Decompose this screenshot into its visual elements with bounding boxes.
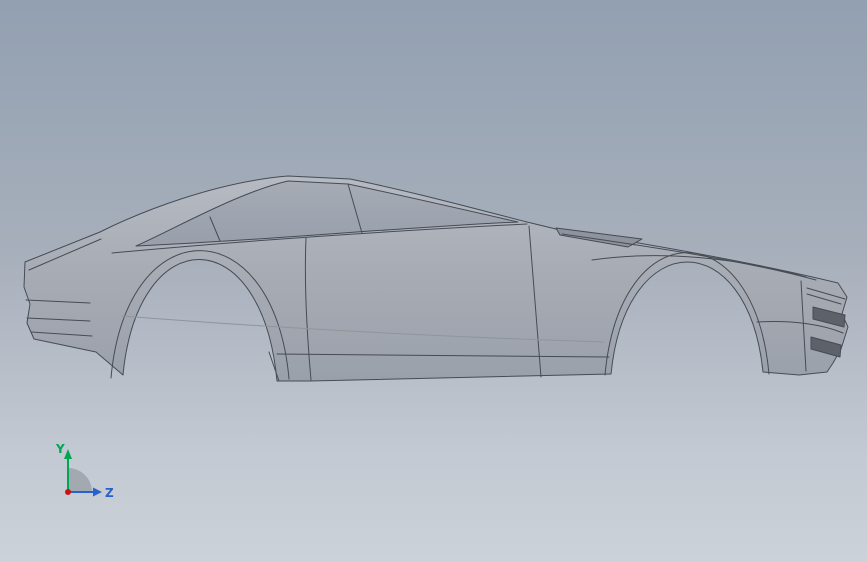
cad-viewport[interactable]: Y Z [0,0,867,562]
z-axis-label: Z [105,486,114,500]
y-axis-label: Y [55,442,65,456]
orientation-triad[interactable]: Y Z [55,442,114,500]
triad-hub [68,468,92,492]
model-canvas[interactable]: Y Z [0,0,867,562]
car-model[interactable] [23,175,849,382]
z-axis-arrowhead [93,487,102,497]
x-axis-origin[interactable] [65,489,71,495]
y-axis-arrowhead [64,449,72,459]
